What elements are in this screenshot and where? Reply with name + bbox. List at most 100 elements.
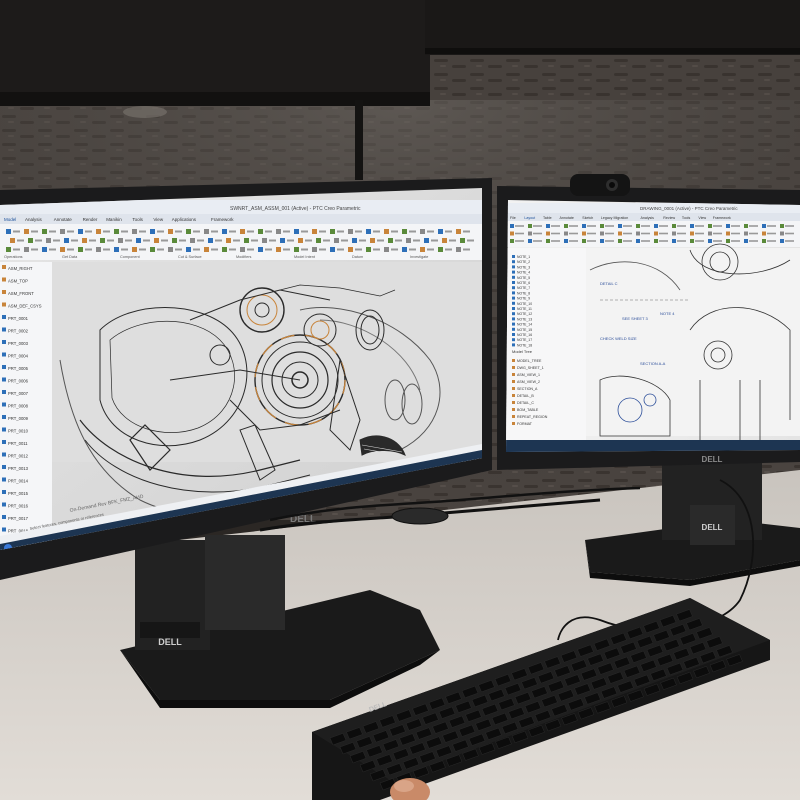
ribbon-tool-icon[interactable]: [348, 229, 353, 234]
ribbon-tool-icon[interactable]: [402, 247, 407, 252]
ribbon-tool-icon[interactable]: [226, 238, 231, 243]
ribbon-tool-icon[interactable]: [420, 247, 425, 252]
right-model-tree-item-8[interactable]: REPEAT_REGION: [517, 415, 548, 419]
left-tree-item-4[interactable]: PRT_0001: [8, 316, 29, 321]
left-tree-item-0[interactable]: ASM_RIGHT: [8, 266, 33, 271]
ribbon-tool-icon[interactable]: [312, 229, 317, 234]
ribbon-tool-icon[interactable]: [60, 247, 65, 252]
ribbon-tool-icon[interactable]: [546, 239, 550, 243]
ribbon-tool-icon[interactable]: [46, 238, 51, 243]
ribbon-tool-icon[interactable]: [424, 238, 429, 243]
right-tab-9[interactable]: View: [698, 216, 706, 220]
ribbon-tool-icon[interactable]: [528, 239, 532, 243]
right-tree-item-16[interactable]: NOTE_17: [517, 338, 532, 342]
right-tree-item-14[interactable]: NOTE_15: [517, 328, 532, 332]
ribbon-tool-icon[interactable]: [726, 224, 730, 228]
left-tree-item-13[interactable]: PRT_0010: [8, 429, 29, 434]
ribbon-tool-icon[interactable]: [510, 231, 514, 236]
left-tree-item-7[interactable]: PRT_0004: [8, 354, 29, 359]
ribbon-tool-icon[interactable]: [618, 239, 622, 243]
right-tree-item-17[interactable]: NOTE_18: [517, 343, 532, 347]
ribbon-tool-icon[interactable]: [276, 229, 281, 234]
ribbon-tool-icon[interactable]: [564, 231, 568, 236]
ribbon-tool-icon[interactable]: [618, 224, 622, 228]
right-tree-item-0[interactable]: NOTE_1: [517, 255, 530, 259]
ribbon-tool-icon[interactable]: [60, 229, 65, 234]
left-tab-1[interactable]: Analysis: [25, 217, 43, 222]
ribbon-tool-icon[interactable]: [186, 229, 191, 234]
ribbon-tool-icon[interactable]: [114, 247, 119, 252]
left-tab-4[interactable]: Manikin: [106, 217, 122, 222]
ribbon-tool-icon[interactable]: [762, 231, 766, 236]
right-tree-item-5[interactable]: NOTE_6: [517, 281, 530, 285]
right-tree-item-3[interactable]: NOTE_4: [517, 271, 530, 275]
ribbon-tool-icon[interactable]: [330, 229, 335, 234]
ribbon-tool-icon[interactable]: [24, 229, 29, 234]
ribbon-tool-icon[interactable]: [114, 229, 119, 234]
right-tree-item-8[interactable]: NOTE_9: [517, 297, 530, 301]
ribbon-tool-icon[interactable]: [708, 239, 712, 243]
ribbon-tool-icon[interactable]: [366, 247, 371, 252]
ribbon-tool-icon[interactable]: [348, 247, 353, 252]
ribbon-tool-icon[interactable]: [654, 231, 658, 236]
left-tab-2[interactable]: Annotate: [54, 217, 73, 222]
ribbon-tool-icon[interactable]: [456, 229, 461, 234]
ribbon-tool-icon[interactable]: [690, 239, 694, 243]
ribbon-tool-icon[interactable]: [564, 224, 568, 228]
right-tree-item-7[interactable]: NOTE_8: [517, 291, 530, 295]
ribbon-tool-icon[interactable]: [82, 238, 87, 243]
right-model-tree-item-4[interactable]: SECTION_A: [517, 387, 538, 391]
ribbon-tool-icon[interactable]: [222, 247, 227, 252]
ribbon-tool-icon[interactable]: [528, 231, 532, 236]
ribbon-tool-icon[interactable]: [78, 247, 83, 252]
ribbon-tool-icon[interactable]: [204, 229, 209, 234]
left-tab-7[interactable]: Applications: [172, 217, 197, 222]
ribbon-tool-icon[interactable]: [150, 229, 155, 234]
left-tree-item-12[interactable]: PRT_0009: [8, 416, 29, 421]
ribbon-tool-icon[interactable]: [780, 224, 784, 228]
left-tree-item-2[interactable]: ASM_FRONT: [8, 291, 34, 296]
right-model-tree-item-3[interactable]: ASM_VIEW_2: [517, 380, 540, 384]
right-model-tree-item-9[interactable]: FORMAT: [517, 422, 533, 426]
ribbon-tool-icon[interactable]: [258, 247, 263, 252]
ribbon-tool-icon[interactable]: [672, 239, 676, 243]
right-tab-0[interactable]: File: [510, 216, 516, 220]
ribbon-tool-icon[interactable]: [546, 224, 550, 228]
ribbon-tool-icon[interactable]: [420, 229, 425, 234]
ribbon-tool-icon[interactable]: [208, 238, 213, 243]
ribbon-tool-icon[interactable]: [582, 224, 586, 228]
ribbon-tool-icon[interactable]: [600, 239, 604, 243]
ribbon-tool-icon[interactable]: [546, 231, 550, 236]
left-tree-item-10[interactable]: PRT_0007: [8, 391, 29, 396]
ribbon-tool-icon[interactable]: [708, 231, 712, 236]
ribbon-tool-icon[interactable]: [154, 238, 159, 243]
ribbon-tool-icon[interactable]: [370, 238, 375, 243]
ribbon-tool-icon[interactable]: [168, 247, 173, 252]
ribbon-tool-icon[interactable]: [442, 238, 447, 243]
ribbon-tool-icon[interactable]: [726, 231, 730, 236]
left-tree-item-11[interactable]: PRT_0008: [8, 404, 29, 409]
left-tree-item-18[interactable]: PRT_0015: [8, 491, 29, 496]
ribbon-tool-icon[interactable]: [388, 238, 393, 243]
ribbon-tool-icon[interactable]: [186, 247, 191, 252]
ribbon-tool-icon[interactable]: [118, 238, 123, 243]
ribbon-tool-icon[interactable]: [262, 238, 267, 243]
left-tree-item-15[interactable]: PRT_0012: [8, 454, 29, 459]
right-tab-8[interactable]: Tools: [682, 216, 691, 220]
ribbon-tool-icon[interactable]: [402, 229, 407, 234]
ribbon-tool-icon[interactable]: [690, 224, 694, 228]
ribbon-tool-icon[interactable]: [150, 247, 155, 252]
right-model-tree-item-7[interactable]: BOM_TABLE: [517, 408, 539, 412]
left-tab-3[interactable]: Render: [83, 217, 98, 222]
ribbon-tool-icon[interactable]: [64, 238, 69, 243]
ribbon-tool-icon[interactable]: [672, 224, 676, 228]
left-tab-5[interactable]: Tools: [132, 217, 143, 222]
ribbon-tool-icon[interactable]: [330, 247, 335, 252]
ribbon-tool-icon[interactable]: [172, 238, 177, 243]
ribbon-tool-icon[interactable]: [636, 239, 640, 243]
ribbon-tool-icon[interactable]: [10, 238, 15, 243]
ribbon-tool-icon[interactable]: [28, 238, 33, 243]
ribbon-tool-icon[interactable]: [276, 247, 281, 252]
ribbon-tool-icon[interactable]: [672, 231, 676, 236]
ribbon-tool-icon[interactable]: [744, 224, 748, 228]
